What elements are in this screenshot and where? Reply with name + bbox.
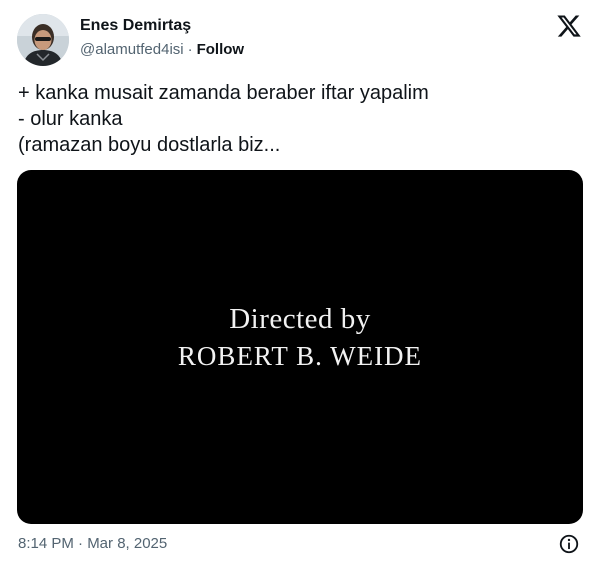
tweet-line: (ramazan boyu dostlarla biz... <box>18 134 281 156</box>
tweet-line: - olur kanka <box>18 108 123 130</box>
media-credit-directed-by: Directed by <box>229 303 371 335</box>
media-credit-name: ROBERT B. WEIDE <box>177 341 423 371</box>
profile-photo-icon <box>17 14 69 66</box>
author-name[interactable]: Enes Demirtaş <box>80 17 191 35</box>
info-icon[interactable] <box>558 533 580 555</box>
tweet-media-image[interactable]: Directed by ROBERT B. WEIDE <box>17 170 583 524</box>
tweet-text: + kanka musait zamanda beraber iftar yap… <box>18 80 578 158</box>
tweet-timestamp[interactable]: 8:14 PM · Mar 8, 2025 <box>18 535 167 552</box>
follow-button[interactable]: Follow <box>197 41 245 58</box>
x-logo-icon[interactable] <box>556 13 582 39</box>
author-handle[interactable]: @alamutfed4isi <box>80 41 184 58</box>
author-meta: @alamutfed4isi · Follow <box>80 41 244 58</box>
avatar[interactable] <box>17 14 69 66</box>
tweet-line: + kanka musait zamanda beraber iftar yap… <box>18 82 429 104</box>
separator-dot: · <box>187 41 193 58</box>
